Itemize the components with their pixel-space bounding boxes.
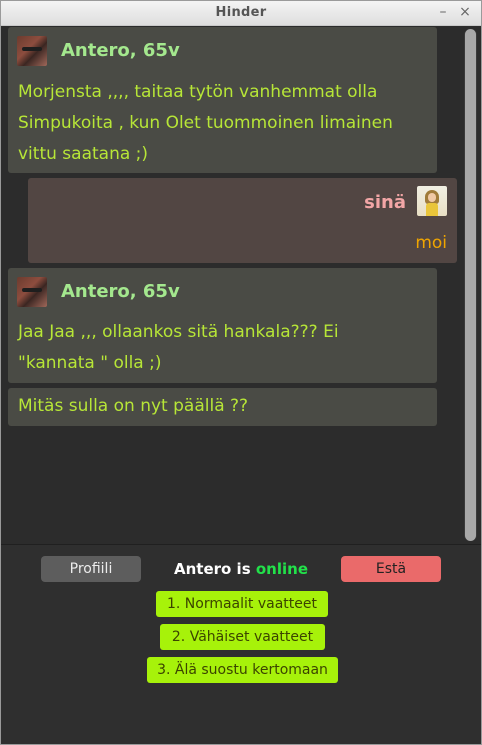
sender-name: Antero, 65v [61, 281, 180, 302]
minimize-icon[interactable]: – [435, 4, 451, 20]
title-bar: Hinder – × [1, 1, 481, 26]
sender-name: Antero, 65v [61, 40, 180, 61]
message-line: Jaa Jaa ,,, ollaankos sitä hankala??? Ei [18, 322, 339, 342]
message-line: Morjensta ,,,, taitaa tytön vanhemmat ol… [18, 82, 378, 102]
reply-option-2[interactable]: 2. Vähäiset vaatteet [160, 624, 325, 650]
message-incoming: Mitäs sulla on nyt päällä ?? [8, 388, 437, 426]
scrollbar-thumb[interactable] [465, 29, 476, 541]
message-line: Mitäs sulla on nyt päällä ?? [18, 396, 249, 416]
self-message-text: moi [415, 233, 447, 253]
message-line: vittu saatana ;) [18, 144, 149, 164]
message-line: "kannata " olla ;) [18, 353, 162, 373]
block-button[interactable]: Estä [341, 556, 441, 582]
reply-option-3[interactable]: 3. Älä suostu kertomaan [147, 657, 338, 683]
action-panel: Profiili Antero is online Estä 1. Normaa… [1, 544, 481, 744]
message-line: Simpukoita , kun Olet tuommoinen limaine… [18, 113, 393, 133]
message-outgoing: sinä moi [28, 178, 457, 263]
message-text: Jaa Jaa ,,, ollaankos sitä hankala??? Ei… [18, 317, 428, 379]
chat-scrollbar[interactable] [464, 29, 477, 541]
sender-avatar [17, 277, 47, 307]
sender-avatar [17, 36, 47, 66]
self-name: sinä [364, 192, 406, 213]
status-value: online [255, 560, 308, 578]
chat-area[interactable]: Antero, 65v Morjensta ,,,, taitaa tytön … [1, 26, 481, 544]
reply-option-1[interactable]: 1. Normaalit vaatteet [156, 591, 328, 617]
close-icon[interactable]: × [457, 4, 473, 20]
window-title: Hinder [215, 5, 267, 20]
self-avatar [417, 186, 447, 216]
online-status: Antero is online [151, 560, 331, 578]
app-window: Hinder – × Antero, 65v Morjensta ,,,, ta… [0, 0, 482, 745]
message-incoming: Antero, 65v Morjensta ,,,, taitaa tytön … [8, 27, 437, 173]
message-text: Mitäs sulla on nyt päällä ?? [18, 391, 428, 422]
message-text: Morjensta ,,,, taitaa tytön vanhemmat ol… [18, 77, 428, 170]
profile-button[interactable]: Profiili [41, 556, 141, 582]
message-incoming: Antero, 65v Jaa Jaa ,,, ollaankos sitä h… [8, 268, 437, 383]
status-prefix: Antero is [174, 560, 251, 578]
